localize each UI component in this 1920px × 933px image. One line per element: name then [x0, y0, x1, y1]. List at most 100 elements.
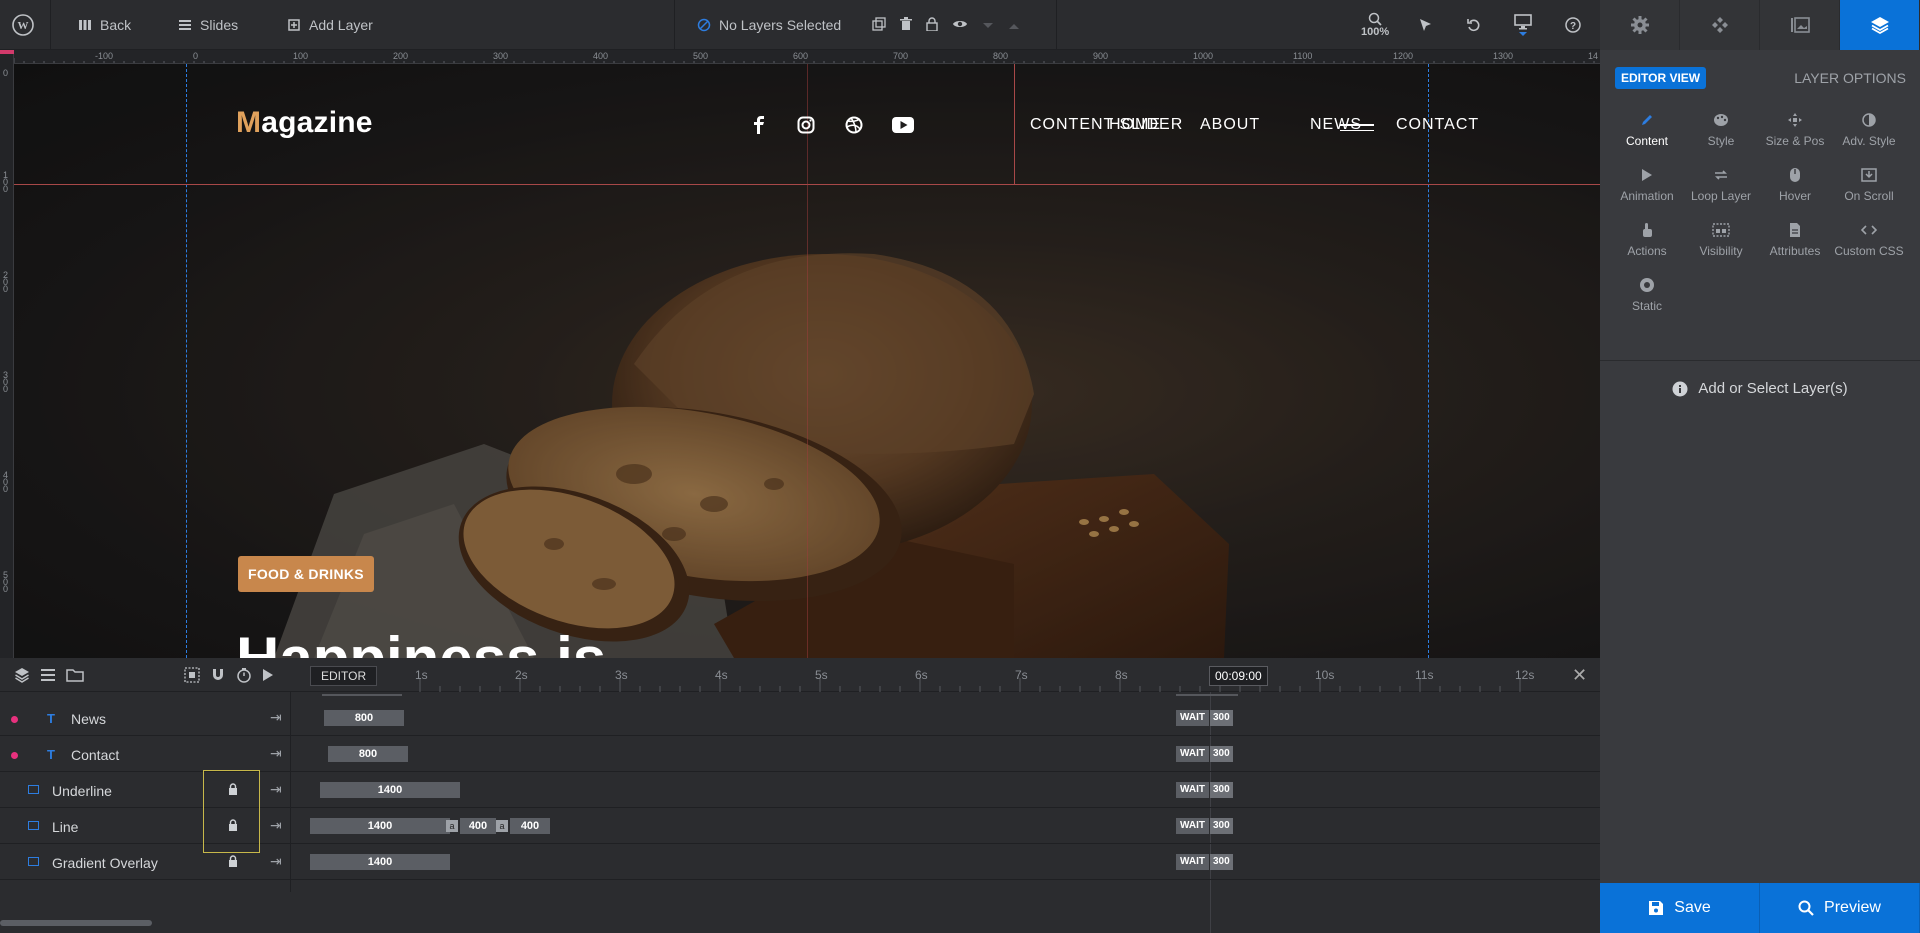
option-label: On Scroll [1844, 189, 1894, 203]
zoom-control[interactable]: 100% [1361, 0, 1389, 50]
layer-name[interactable]: Underline [52, 783, 112, 799]
current-time[interactable]: 00:09:00 [1209, 666, 1268, 686]
instagram-icon[interactable] [795, 114, 817, 136]
site-logo[interactable]: Magazine [236, 106, 373, 140]
play-icon[interactable] [262, 668, 274, 682]
preview-button[interactable]: Preview [1760, 883, 1920, 933]
youtube-icon[interactable] [890, 114, 916, 136]
wordpress-icon: W [12, 14, 34, 36]
guide-left[interactable] [186, 64, 187, 658]
select-tool-button[interactable] [1417, 0, 1433, 50]
option-content[interactable]: Content [1610, 104, 1684, 159]
dribbble-icon[interactable] [843, 114, 865, 136]
text-layer-icon: T [47, 747, 55, 762]
eye-icon[interactable] [952, 17, 968, 33]
visibility-dot[interactable] [11, 752, 18, 759]
nav-about[interactable]: ABOUT [1200, 116, 1260, 134]
option-style[interactable]: Style [1684, 104, 1758, 159]
animation-bar[interactable]: 800 [324, 710, 404, 726]
jump-to-end-icon[interactable]: ⇥ [270, 817, 282, 834]
ruler-label: 1000 [1193, 51, 1214, 61]
folder-icon[interactable] [66, 668, 84, 682]
option-animation[interactable]: Animation [1610, 159, 1684, 214]
wait-block[interactable]: WAIT 300 [1176, 818, 1233, 834]
animation-bar[interactable]: 400 [460, 818, 496, 834]
code-icon [1861, 222, 1877, 238]
animation-bar[interactable]: 1400 [310, 818, 450, 834]
nav-home[interactable]: HOME [1109, 116, 1161, 134]
facebook-icon[interactable] [748, 114, 770, 136]
device-desktop-button[interactable] [1514, 0, 1532, 50]
timeline-row-contact[interactable]: T Contact ⇥ 800 WAIT 300 [0, 736, 1600, 772]
timeline-toolbar: EDITOR 1s 2s 3s 4s 5s 6s 7s 8s 10s 11s 1… [0, 658, 1600, 692]
animation-bar[interactable]: 1400 [320, 782, 460, 798]
layer-name[interactable]: Contact [71, 747, 119, 763]
layer-name[interactable]: News [71, 711, 106, 727]
duplicate-icon[interactable] [872, 16, 886, 34]
option-size-pos[interactable]: Size & Pos [1758, 104, 1832, 159]
help-button[interactable]: ? [1565, 0, 1581, 50]
lock-icon[interactable] [228, 855, 238, 870]
slide-headline[interactable]: Happiness is [236, 624, 606, 658]
option-static[interactable]: Static [1610, 269, 1684, 324]
slide-canvas[interactable]: Magazine CONTENT SLIDER HOME ABOUT NEWS … [14, 64, 1600, 658]
grid-icon [79, 20, 91, 30]
option-custom-css[interactable]: Custom CSS [1832, 214, 1906, 269]
wait-block[interactable]: WAIT 300 [1176, 710, 1233, 726]
action-marker[interactable]: a [446, 820, 458, 832]
wait-value: 300 [1210, 710, 1233, 726]
option-loop-layer[interactable]: Loop Layer [1684, 159, 1758, 214]
trash-icon[interactable] [900, 16, 912, 34]
tab-layers[interactable] [1840, 0, 1920, 50]
magnet-icon[interactable] [210, 667, 226, 683]
target-icon [1639, 277, 1655, 293]
nav-contact[interactable]: CONTACT [1396, 116, 1479, 134]
jump-to-end-icon[interactable]: ⇥ [270, 853, 282, 870]
horizontal-scrollbar[interactable] [0, 920, 152, 926]
option-on-scroll[interactable]: On Scroll [1832, 159, 1906, 214]
list-icon[interactable] [40, 668, 56, 682]
add-layer-button[interactable]: Add Layer [287, 0, 373, 50]
visibility-dot[interactable] [11, 716, 18, 723]
jump-to-end-icon[interactable]: ⇥ [270, 745, 282, 762]
wait-block[interactable]: WAIT 300 [1176, 854, 1233, 870]
option-hover[interactable]: Hover [1758, 159, 1832, 214]
option-attributes[interactable]: Attributes [1758, 214, 1832, 269]
layer-name[interactable]: Gradient Overlay [52, 855, 158, 871]
back-button[interactable]: Back [78, 0, 131, 50]
category-tag[interactable]: FOOD & DRINKS [238, 556, 374, 592]
tab-navigation[interactable] [1680, 0, 1760, 50]
jump-to-end-icon[interactable]: ⇥ [270, 709, 282, 726]
timeline-row-news[interactable]: T News ⇥ 800 WAIT 300 [0, 700, 1600, 736]
wait-block[interactable]: WAIT 300 [1176, 746, 1233, 762]
option-actions[interactable]: Actions [1610, 214, 1684, 269]
move-up-icon[interactable] [1008, 17, 1020, 33]
animation-bar[interactable]: 400 [510, 818, 550, 834]
editor-view-badge[interactable]: EDITOR VIEW [1615, 67, 1707, 89]
slides-icon [179, 20, 191, 30]
tab-settings[interactable] [1600, 0, 1680, 50]
jump-to-end-icon[interactable]: ⇥ [270, 781, 282, 798]
option-visibility[interactable]: Visibility [1684, 214, 1758, 269]
ruler-label: 5 0 0 [3, 570, 9, 594]
close-icon[interactable]: ✕ [1572, 665, 1587, 686]
lock-icon[interactable] [926, 16, 938, 34]
animation-bar[interactable]: 1400 [310, 854, 450, 870]
wordpress-logo-button[interactable]: W [12, 0, 34, 50]
slides-button[interactable]: Slides [178, 0, 238, 50]
ruler-label: 800 [993, 51, 1009, 61]
undo-button[interactable] [1466, 0, 1482, 50]
grid-select-icon[interactable] [184, 667, 200, 683]
animation-bar[interactable]: 800 [328, 746, 408, 762]
option-label: Attributes [1769, 244, 1821, 258]
layer-name[interactable]: Line [52, 819, 78, 835]
move-down-icon[interactable] [982, 17, 994, 33]
guide-right[interactable] [1428, 64, 1429, 658]
layers-icon[interactable] [14, 667, 30, 683]
option-adv-style[interactable]: Adv. Style [1832, 104, 1906, 159]
save-button[interactable]: Save [1600, 883, 1760, 933]
wait-block[interactable]: WAIT 300 [1176, 782, 1233, 798]
timer-icon[interactable] [236, 667, 252, 683]
action-marker[interactable]: a [496, 820, 508, 832]
tab-slides[interactable] [1760, 0, 1840, 50]
